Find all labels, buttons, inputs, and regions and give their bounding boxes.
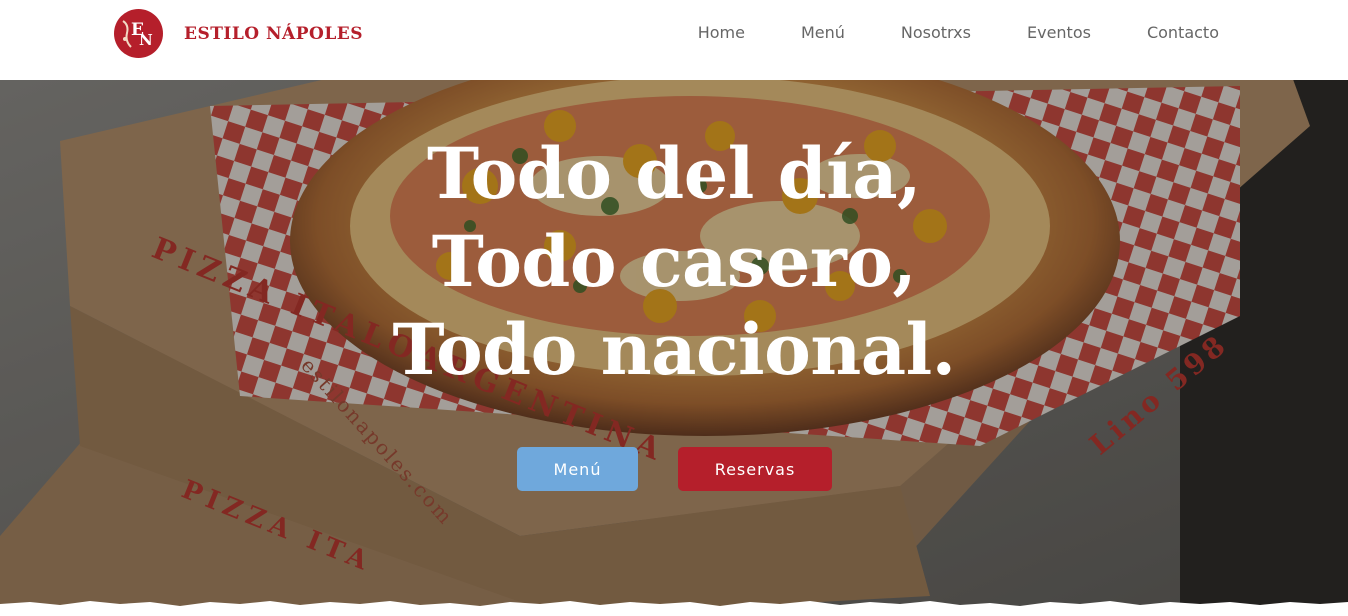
brand-logo[interactable]: E N ESTILO NÁPOLES — [114, 9, 363, 58]
brand-name: ESTILO NÁPOLES — [184, 23, 364, 44]
svg-text:N: N — [139, 31, 153, 49]
menu-button[interactable]: Menú — [517, 447, 638, 491]
reservas-button[interactable]: Reservas — [678, 447, 832, 491]
nav-eventos[interactable]: Eventos — [1027, 22, 1091, 44]
headline-line-1: Todo del día, — [427, 132, 921, 215]
main-nav: Home Menú Nosotrxs Eventos Contacto — [698, 22, 1219, 44]
nav-contacto[interactable]: Contacto — [1147, 22, 1219, 44]
headline-line-3: Todo nacional. — [392, 308, 956, 391]
site-header: E N ESTILO NÁPOLES Home Menú Nosotrxs Ev… — [0, 0, 1348, 80]
nav-nosotrxs[interactable]: Nosotrxs — [901, 22, 971, 44]
headline-line-2: Todo casero, — [431, 220, 917, 303]
nav-home[interactable]: Home — [698, 22, 745, 44]
hero-headline: Todo del día, Todo casero, Todo nacional… — [0, 130, 1348, 394]
nav-menu[interactable]: Menú — [801, 22, 845, 44]
torn-paper-edge-bottom — [0, 601, 1348, 616]
brand-monogram-icon: E N — [114, 9, 163, 58]
